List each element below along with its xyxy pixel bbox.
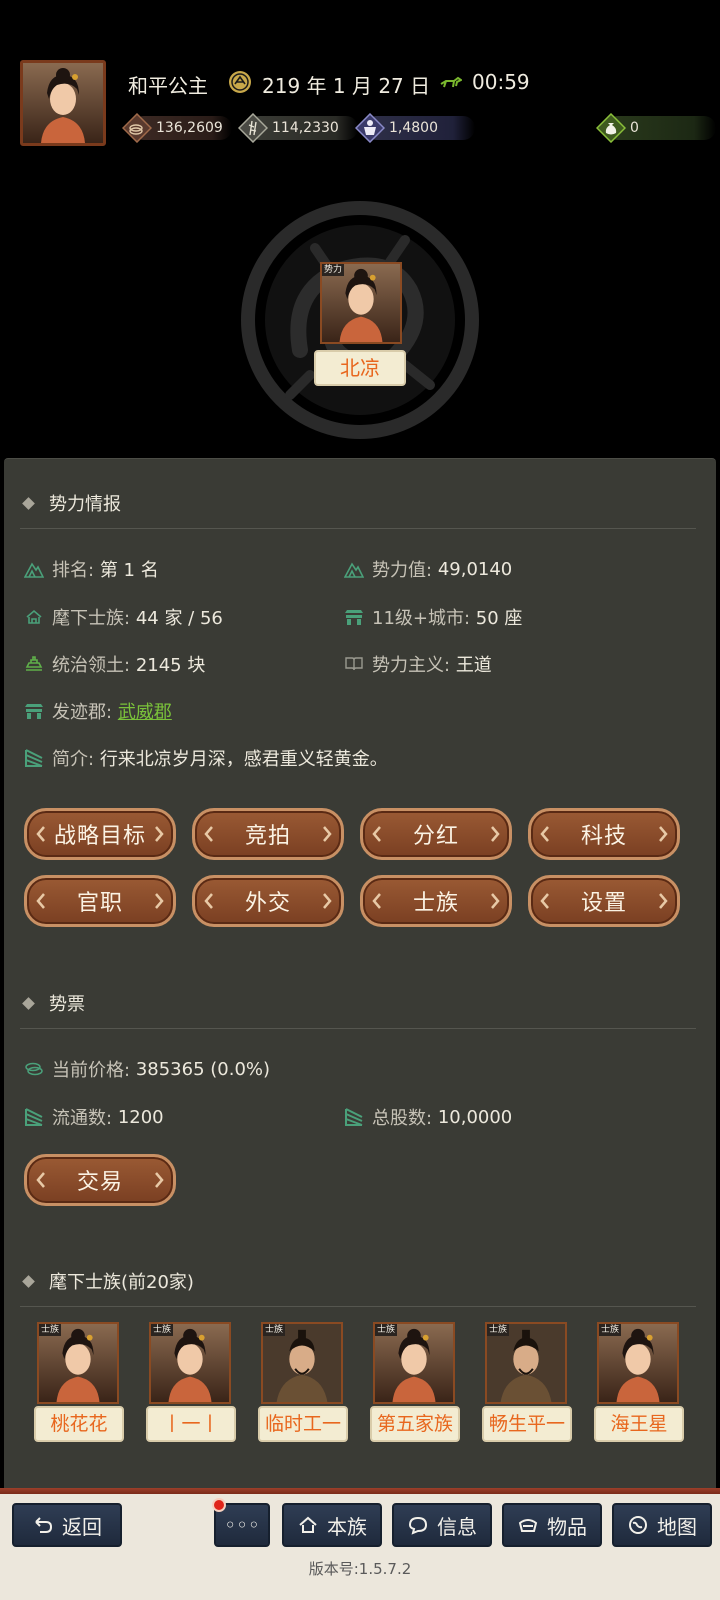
version-label: 版本号:1.5.7.2 xyxy=(308,1560,412,1578)
clan-name: 临时工一 xyxy=(258,1406,348,1442)
globe-icon xyxy=(629,1516,647,1534)
coins-icon xyxy=(122,113,152,143)
clan-roof-icon xyxy=(26,609,42,624)
more-dots-icon: ◦◦◦ xyxy=(224,1513,260,1537)
clan-card[interactable]: 士族 第五家族 xyxy=(370,1322,460,1442)
clan-portrait: 士族 xyxy=(37,1322,119,1404)
clan-name: 丨一丨 xyxy=(146,1406,236,1442)
strategy-goal-button[interactable]: 战略目标 xyxy=(24,808,176,860)
clan-card[interactable]: 士族 桃花花 xyxy=(34,1322,124,1442)
food-resource[interactable]: 114,2330 xyxy=(238,112,358,144)
territory-icon xyxy=(25,656,43,671)
clan-nav-button[interactable]: 本族 xyxy=(282,1503,382,1547)
settings-button[interactable]: 设置 xyxy=(528,875,680,927)
clan-portrait: 士族 xyxy=(149,1322,231,1404)
notification-dot xyxy=(212,1498,226,1512)
cities-row: 11级+城市: 50 座 xyxy=(344,604,522,630)
scroll-icon xyxy=(25,749,43,767)
bottom-bar-border xyxy=(0,1488,720,1494)
treasure-icon xyxy=(518,1519,538,1532)
clan-portrait: 士族 xyxy=(597,1322,679,1404)
coins-icon xyxy=(25,1062,43,1076)
auction-button[interactable]: 竞拍 xyxy=(192,808,344,860)
diamond-bullet-icon xyxy=(22,996,35,1010)
clan-portrait: 士族 xyxy=(261,1322,343,1404)
official-posts-button[interactable]: 官职 xyxy=(24,875,176,927)
clan-name: 海王星 xyxy=(594,1406,684,1442)
game-date: 219 年 1 月 27 日 xyxy=(262,74,431,98)
intel-section-title: 势力情报 xyxy=(22,490,121,516)
back-button[interactable]: 返回 xyxy=(12,1503,122,1547)
clan-name: 桃花花 xyxy=(34,1406,124,1442)
clan-name: 畅生平一 xyxy=(482,1406,572,1442)
diamond-bullet-icon xyxy=(22,1274,35,1288)
troops-value: 1,4800 xyxy=(389,120,438,136)
power-row: 势力值: 49,0140 xyxy=(344,556,512,582)
clan-card[interactable]: 士族 畅生平一 xyxy=(482,1322,572,1442)
clan-portrait: 士族 xyxy=(373,1322,455,1404)
clan-name: 第五家族 xyxy=(370,1406,460,1442)
divider xyxy=(20,1306,696,1307)
game-time: 00:59 xyxy=(472,70,530,94)
money-bag-icon xyxy=(596,113,626,143)
gold-resource[interactable]: 136,2609 xyxy=(122,112,232,144)
technology-button[interactable]: 科技 xyxy=(528,808,680,860)
scroll-icon xyxy=(345,1108,363,1126)
soldier-icon xyxy=(355,113,385,143)
origin-commandery-link[interactable]: 武威郡 xyxy=(118,698,172,724)
token-value: 0 xyxy=(630,120,639,136)
diplomacy-button[interactable]: 外交 xyxy=(192,875,344,927)
float-row: 流通数: 1200 xyxy=(24,1104,164,1130)
chat-bubble-icon xyxy=(408,1516,428,1535)
diamond-bullet-icon xyxy=(22,496,35,510)
scroll-icon xyxy=(25,1108,43,1126)
map-nav-button[interactable]: 地图 xyxy=(612,1503,712,1547)
clans-section-title: 麾下士族(前20家) xyxy=(22,1268,194,1294)
clans-button[interactable]: 士族 xyxy=(360,875,512,927)
horse-icon xyxy=(440,76,462,88)
doctrine-row: 势力主义: 王道 xyxy=(344,651,492,677)
origin-row: 发迹郡: 武威郡 xyxy=(24,698,172,724)
stock-section-title: 势票 xyxy=(22,990,85,1016)
player-portrait-image xyxy=(23,63,103,143)
territory-row: 统治领土: 2145 块 xyxy=(24,651,205,677)
clan-card[interactable]: 士族 临时工一 xyxy=(258,1322,348,1442)
items-nav-button[interactable]: 物品 xyxy=(502,1503,602,1547)
player-avatar[interactable] xyxy=(20,60,106,146)
clan-portrait: 士族 xyxy=(485,1322,567,1404)
rank-row: 排名: 第 1 名 xyxy=(24,556,159,582)
total-shares-row: 总股数: 10,0000 xyxy=(344,1104,512,1130)
troops-resource[interactable]: 1,4800 xyxy=(355,112,475,144)
dividend-button[interactable]: 分红 xyxy=(360,808,512,860)
player-name: 和平公主 xyxy=(128,74,208,98)
faction-leader-portrait[interactable]: 势力 xyxy=(320,262,402,344)
clan-roof-icon xyxy=(299,1516,317,1533)
intro-row: 简介: 行来北凉岁月深，感君重义轻黄金。 xyxy=(24,745,388,771)
grain-icon xyxy=(238,113,268,143)
back-arrow-icon xyxy=(35,1517,53,1533)
trade-button[interactable]: 交易 xyxy=(24,1154,176,1206)
mountain-icon xyxy=(344,562,364,578)
faction-tag: 势力 xyxy=(322,264,345,276)
gold-value: 136,2609 xyxy=(156,120,223,136)
token-resource[interactable]: 0 xyxy=(596,112,716,144)
clans-row: 麾下士族: 44 家 / 56 xyxy=(24,604,223,630)
city-gate-icon xyxy=(345,610,363,625)
clan-card[interactable]: 士族 丨一丨 xyxy=(146,1322,236,1442)
calendar-seal-icon xyxy=(229,71,251,93)
mountain-icon xyxy=(24,562,44,578)
top-header: 和平公主 219 年 1 月 27 日 00:59 136,2609 114,2… xyxy=(0,0,720,456)
info-nav-button[interactable]: 信息 xyxy=(392,1503,492,1547)
clan-card[interactable]: 士族 海王星 xyxy=(594,1322,684,1442)
divider xyxy=(20,528,696,529)
food-value: 114,2330 xyxy=(272,120,339,136)
price-row: 当前价格: 385365 (0.0%) xyxy=(24,1056,270,1082)
faction-name-badge[interactable]: 北凉 xyxy=(314,350,406,386)
city-gate-icon xyxy=(25,704,43,719)
book-icon xyxy=(345,657,363,671)
divider xyxy=(20,1028,696,1029)
